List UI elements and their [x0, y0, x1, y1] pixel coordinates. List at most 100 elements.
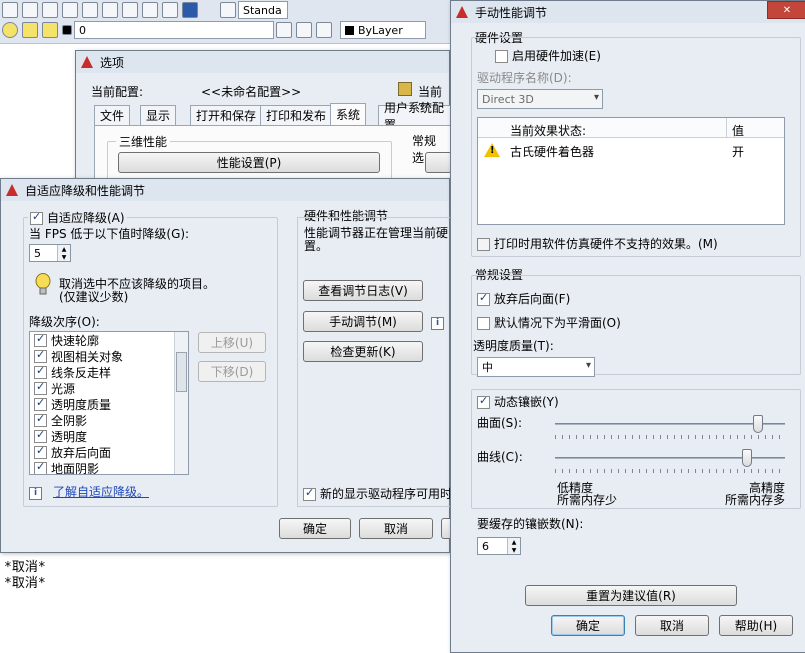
stepper-down-icon[interactable]: ▼ — [58, 253, 70, 261]
item-checkbox[interactable] — [34, 460, 47, 474]
layer-freeze-icon[interactable] — [22, 22, 38, 38]
list-item-label: 快速轮廓 — [51, 333, 100, 348]
manual-tune-button[interactable]: 手动调节(M) — [303, 311, 423, 332]
dynamic-tess-checkbox[interactable] — [477, 394, 490, 409]
learn-adaptive-link[interactable]: 了解自适应降级。 — [53, 483, 149, 500]
layer-on-icon[interactable] — [2, 22, 18, 38]
discard-back-faces-checkbox[interactable] — [477, 291, 490, 306]
discard-back-faces-row[interactable]: 放弃后向面(F) — [477, 290, 570, 307]
tab-plot-publish[interactable]: 打印和发布 — [260, 105, 333, 125]
calculator-icon[interactable] — [162, 2, 178, 18]
list-item[interactable]: 线条反走样 — [30, 364, 188, 380]
redo-icon[interactable] — [22, 2, 38, 18]
effects-list[interactable]: 当前效果状态: 值 古氏硬件着色器 开 — [477, 117, 785, 225]
color-select[interactable]: ByLayer — [340, 21, 426, 39]
stepper-up-icon[interactable]: ▲ — [508, 538, 520, 546]
list-item[interactable]: 放弃后向面 — [30, 444, 188, 460]
smooth-default-row[interactable]: 默认情况下为平滑面(O) — [477, 314, 621, 331]
item-checkbox[interactable] — [34, 428, 47, 443]
layer-lock-icon[interactable] — [42, 22, 58, 38]
layer-states-icon[interactable] — [296, 22, 312, 38]
item-checkbox[interactable] — [34, 396, 47, 411]
emulate-checkbox[interactable] — [477, 238, 490, 251]
pan-icon[interactable] — [42, 2, 58, 18]
item-checkbox[interactable] — [34, 444, 47, 459]
tab-files[interactable]: 文件 — [94, 105, 131, 125]
layer-select[interactable]: 0 — [74, 21, 274, 39]
fps-value: 5 — [34, 246, 41, 260]
stepper-arrows[interactable]: ▲ ▼ — [57, 245, 70, 261]
scrollbar-thumb[interactable] — [176, 352, 187, 392]
layer-previous-icon[interactable] — [276, 22, 292, 38]
general-options-button[interactable] — [425, 152, 452, 173]
stepper-down-icon[interactable]: ▼ — [508, 546, 520, 554]
fps-stepper[interactable]: 5 ▲ ▼ — [29, 244, 71, 262]
hw-accel-checkbox[interactable] — [495, 50, 508, 63]
effect-value: 开 — [732, 145, 745, 159]
hw-accel-row[interactable]: 启用硬件加速(E) — [495, 47, 601, 64]
surface-slider[interactable] — [555, 415, 785, 439]
new-driver-row[interactable]: 新的显示驱动程序可用时 — [303, 485, 452, 502]
style-icon[interactable] — [220, 2, 236, 18]
degrade-order-list[interactable]: 快速轮廓 视图相关对象 线条反走样 光源 透明度质量 全阴影 透明度 放弃后向面… — [29, 331, 189, 475]
list-item[interactable]: 透明度 — [30, 428, 188, 444]
effects-row[interactable]: 古氏硬件着色器 开 — [478, 140, 784, 160]
stepper-up-icon[interactable]: ▲ — [58, 245, 70, 253]
item-checkbox[interactable] — [34, 412, 47, 427]
autocad-logo-icon — [80, 55, 94, 69]
adaptive-degrade-checkbox-row[interactable]: 自适应降级(A) — [28, 209, 127, 226]
view-tuning-log-button[interactable]: 查看调节日志(V) — [303, 280, 423, 301]
driver-select[interactable]: Direct 3D — [477, 89, 603, 109]
options-titlebar: 选项 — [76, 51, 449, 73]
list-item[interactable]: 快速轮廓 — [30, 332, 188, 348]
manual-tune-info-icon[interactable]: i — [431, 314, 444, 330]
move-down-button[interactable]: 下移(D) — [198, 361, 266, 382]
move-up-button[interactable]: 上移(U) — [198, 332, 266, 353]
curve-slider[interactable] — [555, 449, 785, 473]
list-scrollbar[interactable] — [174, 332, 188, 474]
transparency-select[interactable]: 中 — [477, 357, 595, 377]
reset-recommended-button[interactable]: 重置为建议值(R) — [525, 585, 737, 606]
cancel-button[interactable]: 取消 — [635, 615, 709, 636]
design-center-icon[interactable] — [122, 2, 138, 18]
cached-tess-stepper[interactable]: 6 ▲ ▼ — [477, 537, 521, 555]
check-updates-button[interactable]: 检查更新(K) — [303, 341, 423, 362]
dynamic-tess-row[interactable]: 动态镶嵌(Y) — [477, 393, 559, 410]
slider-thumb[interactable] — [753, 415, 763, 433]
performance-settings-button[interactable]: 性能设置(P) — [118, 152, 380, 173]
item-checkbox[interactable] — [34, 380, 47, 395]
tool-palette-icon[interactable] — [142, 2, 158, 18]
list-item[interactable]: 视图相关对象 — [30, 348, 188, 364]
effect-name: 古氏硬件着色器 — [510, 145, 595, 159]
close-button[interactable]: ✕ — [767, 1, 805, 19]
list-item[interactable]: 透明度质量 — [30, 396, 188, 412]
emulate-row[interactable]: 打印时用软件仿真硬件不支持的效果。(M) — [477, 235, 718, 252]
item-checkbox[interactable] — [34, 348, 47, 363]
text-style-select[interactable]: Standa — [238, 1, 288, 19]
zoom-icon[interactable] — [62, 2, 78, 18]
ok-button[interactable]: 确定 — [279, 518, 351, 539]
undo-icon[interactable] — [2, 2, 18, 18]
item-checkbox[interactable] — [34, 332, 47, 347]
ok-button[interactable]: 确定 — [551, 615, 625, 636]
properties-icon[interactable] — [102, 2, 118, 18]
adaptive-degrade-checkbox[interactable] — [30, 210, 43, 225]
list-item[interactable]: 光源 — [30, 380, 188, 396]
list-item[interactable]: 地面阴影 — [30, 460, 188, 474]
slider-thumb[interactable] — [742, 449, 752, 467]
tab-system[interactable]: 系统 — [330, 103, 367, 125]
tab-display[interactable]: 显示 — [140, 105, 177, 125]
tab-open-save[interactable]: 打开和保存 — [190, 105, 263, 125]
layer-match-icon[interactable] — [316, 22, 332, 38]
cancel-button[interactable]: 取消 — [359, 518, 433, 539]
list-item[interactable]: 全阴影 — [30, 412, 188, 428]
new-driver-checkbox[interactable] — [303, 486, 316, 501]
tab-user-preferences[interactable]: 用户系统配置 — [378, 101, 451, 132]
zoom-window-icon[interactable] — [82, 2, 98, 18]
command-history-line: *取消* — [4, 576, 46, 591]
item-checkbox[interactable] — [34, 364, 47, 379]
help-button[interactable]: 帮助(H) — [719, 615, 793, 636]
smooth-default-checkbox[interactable] — [477, 317, 490, 330]
help-icon[interactable] — [182, 2, 198, 18]
stepper-arrows[interactable]: ▲ ▼ — [507, 538, 520, 554]
